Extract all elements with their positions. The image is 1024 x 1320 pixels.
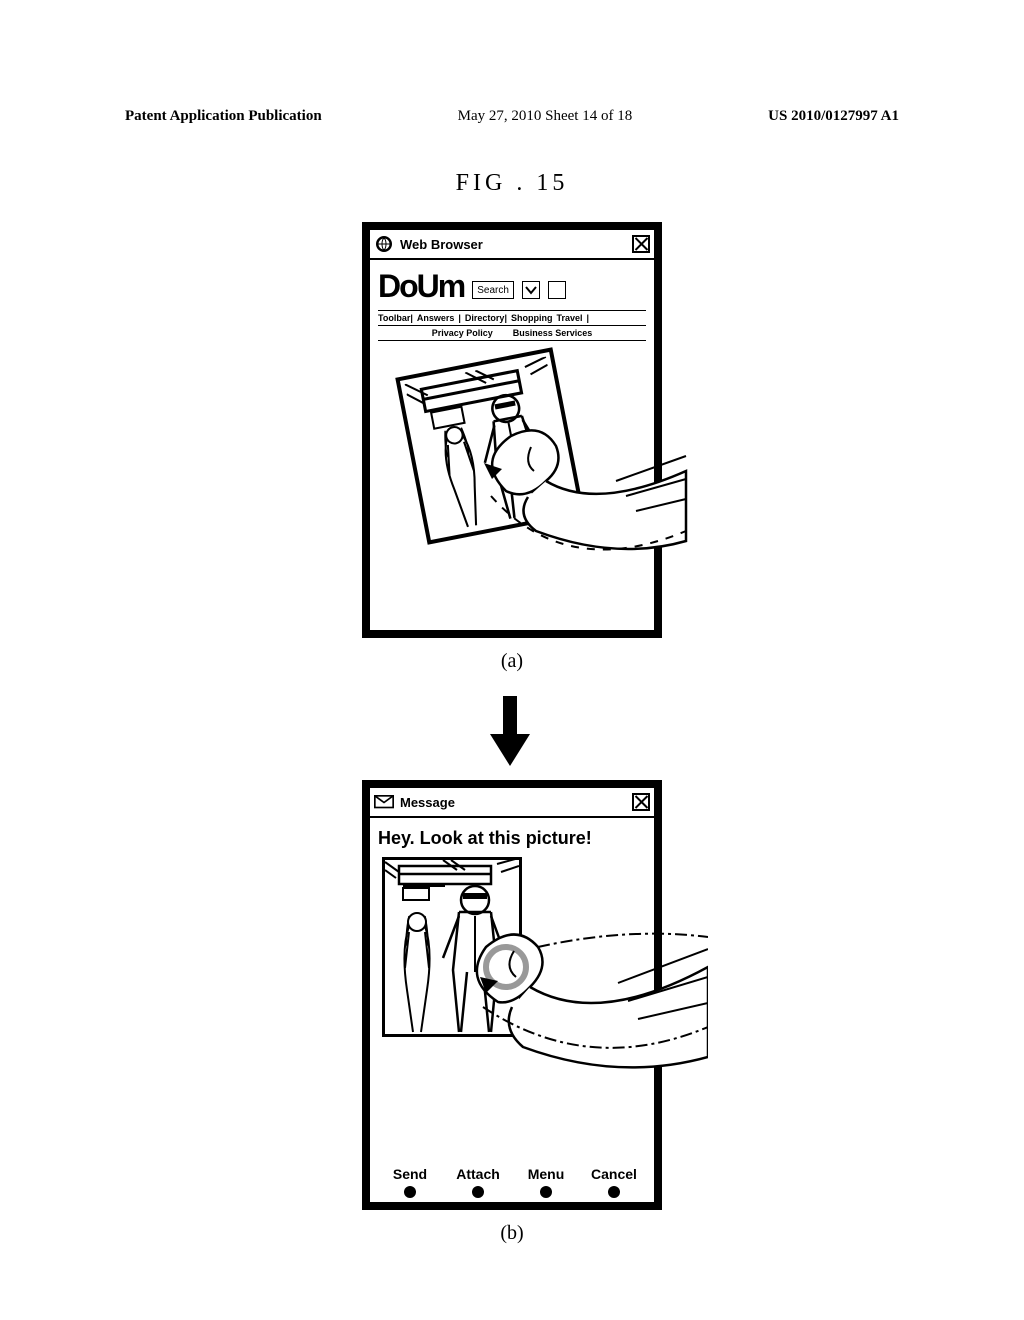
chevron-down-icon (525, 284, 537, 296)
softkey-attach[interactable]: Attach (444, 1166, 512, 1198)
softkey-dot-icon (540, 1186, 552, 1198)
envelope-icon (374, 792, 394, 812)
globe-icon (374, 234, 394, 254)
nav-sep: | (458, 313, 461, 323)
header-right: US 2010/0127997 A1 (768, 108, 899, 125)
device-panel-a: Web Browser DoUm Search Toolbar| Answers… (362, 222, 662, 638)
nav-item[interactable]: Shopping (511, 313, 553, 323)
app-title-b: Message (400, 795, 626, 810)
browser-body: DoUm Search Toolbar| Answers | Directory… (370, 260, 654, 601)
softkey-send[interactable]: Send (376, 1166, 444, 1198)
nav-row-1: Toolbar| Answers | Directory| Shopping T… (378, 310, 646, 326)
site-logo: DoUm (378, 270, 464, 302)
hand-gesture-b (468, 907, 708, 1087)
softkey-dot-icon (608, 1186, 620, 1198)
dragged-photo[interactable] (395, 347, 584, 544)
nav-sep: | (587, 313, 590, 323)
nav-item[interactable]: Toolbar| (378, 313, 413, 323)
softkey-label: Menu (512, 1166, 580, 1182)
softkey-label: Send (376, 1166, 444, 1182)
softkey-menu[interactable]: Menu (512, 1166, 580, 1198)
close-icon[interactable] (632, 235, 650, 253)
caption-a: (a) (0, 650, 1024, 673)
nav-link[interactable]: Business Services (513, 328, 593, 338)
nav-item[interactable]: Directory| (465, 313, 507, 323)
softkey-label: Cancel (580, 1166, 648, 1182)
caption-b: (b) (0, 1222, 1024, 1245)
titlebar-b: Message (370, 788, 654, 818)
dropdown-button[interactable] (522, 281, 540, 299)
close-icon[interactable] (632, 793, 650, 811)
message-text[interactable]: Hey. Look at this picture! (378, 828, 646, 849)
figure-title: FIG . 15 (0, 170, 1024, 197)
header-left: Patent Application Publication (125, 108, 322, 125)
flow-arrow-icon (490, 696, 530, 766)
photo-illustration (405, 357, 576, 536)
search-input[interactable]: Search (472, 281, 514, 299)
app-title-a: Web Browser (400, 237, 626, 252)
softkey-dot-icon (472, 1186, 484, 1198)
softkey-bar: Send Attach Menu Cancel (376, 1166, 648, 1198)
nav-row-2: Privacy Policy Business Services (378, 326, 646, 341)
go-button[interactable] (548, 281, 566, 299)
nav-item[interactable]: Answers (417, 313, 455, 323)
device-panel-b: Message Hey. Look at this picture! (362, 780, 662, 1210)
nav-item[interactable]: Travel (556, 313, 582, 323)
patent-page-header: Patent Application Publication May 27, 2… (125, 108, 899, 125)
content-area-a (378, 341, 646, 601)
softkey-dot-icon (404, 1186, 416, 1198)
nav-link[interactable]: Privacy Policy (432, 328, 493, 338)
titlebar-a: Web Browser (370, 230, 654, 260)
message-body: Hey. Look at this picture! (370, 818, 654, 1037)
softkey-label: Attach (444, 1166, 512, 1182)
softkey-cancel[interactable]: Cancel (580, 1166, 648, 1198)
header-middle: May 27, 2010 Sheet 14 of 18 (458, 108, 633, 125)
search-bar-row: DoUm Search (378, 270, 646, 302)
